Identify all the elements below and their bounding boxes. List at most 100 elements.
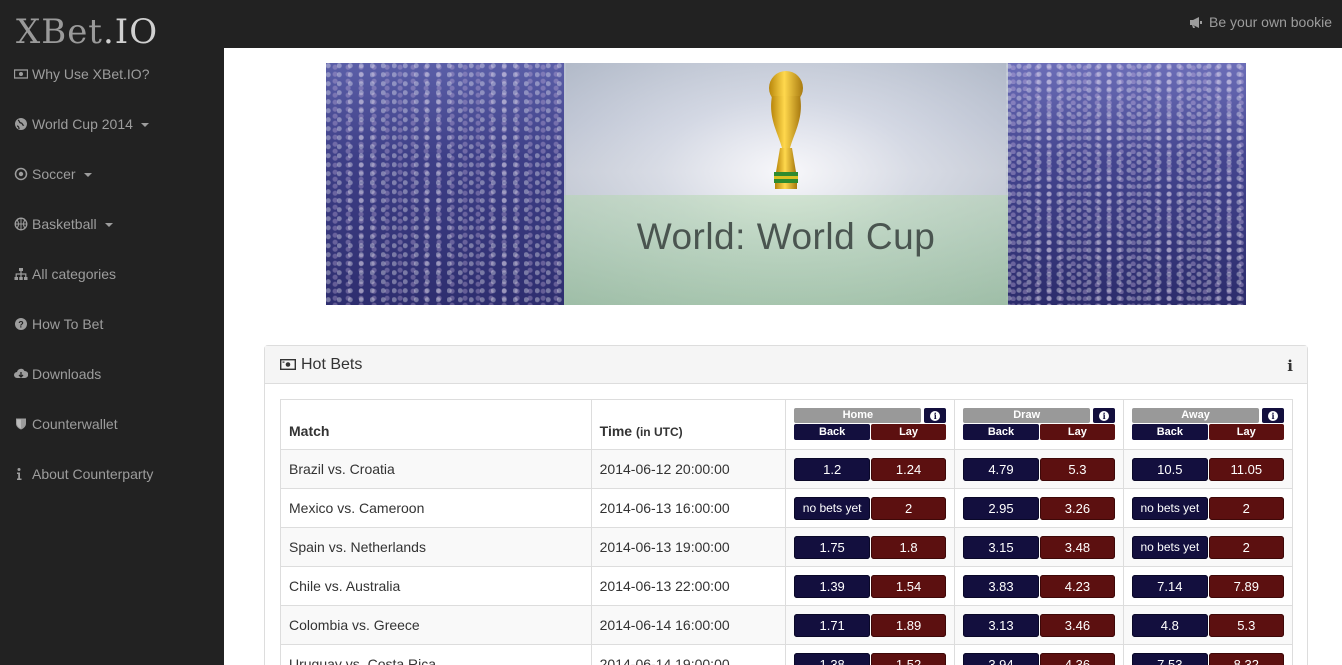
- sidebar-item-label: Downloads: [32, 366, 102, 382]
- back-odds-button[interactable]: 3.15: [963, 535, 1039, 559]
- back-odds-button[interactable]: no bets yet: [1132, 535, 1208, 559]
- lay-odds-button[interactable]: 2: [1208, 496, 1285, 520]
- lay-odds-button[interactable]: 1.24: [870, 457, 947, 481]
- banner-center-panel: World: World Cup: [564, 63, 1008, 305]
- table-row: Brazil vs. Croatia 2014-06-12 20:00:00 1…: [280, 449, 1293, 489]
- away-header-label: Away: [1132, 408, 1259, 423]
- match-cell[interactable]: Brazil vs. Croatia: [280, 449, 592, 489]
- lay-odds-button[interactable]: 1.54: [870, 574, 947, 598]
- away-odds-cell: 7.53 8.32: [1123, 644, 1293, 665]
- back-odds-button[interactable]: 3.13: [963, 613, 1039, 637]
- bullhorn-icon: [1190, 16, 1203, 28]
- back-odds-button[interactable]: 3.94: [963, 652, 1039, 665]
- back-odds-button[interactable]: 1.38: [794, 652, 870, 665]
- home-header-label: Home: [794, 408, 922, 423]
- draw-header-label: Draw: [963, 408, 1091, 423]
- draw-odds-cell: 4.79 5.3: [954, 449, 1125, 489]
- question-icon: ?: [15, 318, 27, 330]
- draw-odds-cell: 2.95 3.26: [954, 488, 1125, 528]
- caret-down-icon: [104, 223, 113, 227]
- sitemap-icon: [14, 268, 28, 280]
- match-cell[interactable]: Uruguay vs. Costa Rica: [280, 644, 592, 665]
- lay-odds-button[interactable]: 7.89: [1208, 574, 1285, 598]
- lay-odds-button[interactable]: 4.36: [1039, 652, 1116, 665]
- draw-info-button[interactable]: i: [1093, 408, 1116, 423]
- hot-bets-panel: Hot Bets i Match Time (in UTC) Home i Bac…: [264, 345, 1308, 665]
- table-header-row: Match Time (in UTC) Home i Back Lay Draw i …: [280, 399, 1293, 450]
- lay-odds-button[interactable]: 3.48: [1039, 535, 1116, 559]
- back-odds-button[interactable]: 4.79: [963, 457, 1039, 481]
- info-icon: i: [930, 410, 941, 421]
- sidebar-item-downloads[interactable]: Downloads: [14, 364, 101, 384]
- back-odds-button[interactable]: 2.95: [963, 496, 1039, 520]
- draw-odds-cell: 3.15 3.48: [954, 527, 1125, 567]
- trophy-icon: [769, 71, 803, 189]
- lay-odds-button[interactable]: 2: [870, 496, 947, 520]
- time-cell: 2014-06-14 19:00:00: [590, 644, 787, 665]
- back-odds-button[interactable]: 1.39: [794, 574, 870, 598]
- match-cell[interactable]: Mexico vs. Cameroon: [280, 488, 592, 528]
- back-odds-button[interactable]: 1.2: [794, 457, 870, 481]
- lay-odds-button[interactable]: 5.3: [1039, 457, 1116, 481]
- lay-odds-button[interactable]: 1.8: [870, 535, 947, 559]
- back-header: Back: [963, 424, 1039, 440]
- back-odds-button[interactable]: 4.8: [1132, 613, 1208, 637]
- info-icon[interactable]: i: [1287, 357, 1293, 375]
- lay-odds-button[interactable]: 1.52: [870, 652, 947, 665]
- home-info-button[interactable]: i: [924, 408, 947, 423]
- match-cell[interactable]: Colombia vs. Greece: [280, 605, 592, 645]
- back-odds-button[interactable]: 3.83: [963, 574, 1039, 598]
- table-row: Colombia vs. Greece 2014-06-14 16:00:00 …: [280, 605, 1293, 645]
- sidebar-item-label: Basketball: [32, 216, 97, 232]
- sidebar-item-basketball[interactable]: Basketball: [14, 214, 113, 234]
- sidebar-item-how-to-bet[interactable]: ? How To Bet: [14, 314, 103, 334]
- sidebar-item-about-counterparty[interactable]: About Counterparty: [14, 464, 153, 484]
- lay-odds-button[interactable]: 2: [1208, 535, 1285, 559]
- draw-odds-cell: 3.13 3.46: [954, 605, 1125, 645]
- lay-odds-button[interactable]: 4.23: [1039, 574, 1116, 598]
- basketball-icon: [14, 217, 28, 231]
- svg-text:?: ?: [18, 320, 24, 330]
- match-cell[interactable]: Spain vs. Netherlands: [280, 527, 592, 567]
- match-column-header[interactable]: Match: [280, 399, 592, 450]
- lay-odds-button[interactable]: 5.3: [1208, 613, 1285, 637]
- money-icon: [280, 359, 296, 370]
- draw-odds-cell: 3.94 4.36: [954, 644, 1125, 665]
- shield-icon: [16, 418, 26, 430]
- sidebar-item-soccer[interactable]: Soccer: [14, 164, 92, 184]
- away-odds-cell: 4.8 5.3: [1123, 605, 1293, 645]
- sidebar-item-world-cup-2014[interactable]: World Cup 2014: [14, 114, 149, 134]
- back-odds-button[interactable]: 7.53: [1132, 652, 1208, 665]
- lay-odds-button[interactable]: 8.32: [1208, 652, 1285, 665]
- table-row: Chile vs. Australia 2014-06-13 22:00:00 …: [280, 566, 1293, 606]
- info-icon: i: [1268, 410, 1278, 421]
- be-your-own-bookie-link[interactable]: Be your own bookie: [1189, 14, 1332, 30]
- back-odds-button[interactable]: 1.71: [794, 613, 870, 637]
- home-odds-cell: no bets yet 2: [785, 488, 956, 528]
- back-odds-button[interactable]: 1.75: [794, 535, 870, 559]
- sidebar-item-label: World Cup 2014: [32, 116, 133, 132]
- back-odds-button[interactable]: no bets yet: [794, 496, 870, 520]
- time-column-header[interactable]: Time (in UTC): [590, 399, 787, 450]
- lay-header: Lay: [1039, 424, 1116, 440]
- table-row: Spain vs. Netherlands 2014-06-13 19:00:0…: [280, 527, 1293, 567]
- stadium-crowd-right: [1006, 63, 1246, 305]
- top-navbar: XBet.IO Be your own bookie: [0, 0, 1342, 52]
- match-cell[interactable]: Chile vs. Australia: [280, 566, 592, 606]
- world-cup-banner[interactable]: World: World Cup: [326, 63, 1246, 305]
- back-odds-button[interactable]: 7.14: [1132, 574, 1208, 598]
- lay-odds-button[interactable]: 3.26: [1039, 496, 1116, 520]
- back-odds-button[interactable]: 10.5: [1132, 457, 1208, 481]
- lay-header: Lay: [870, 424, 947, 440]
- logo[interactable]: XBet.IO: [16, 12, 158, 52]
- sidebar-item-counterwallet[interactable]: Counterwallet: [14, 414, 118, 434]
- sidebar-item-label: Soccer: [32, 166, 76, 182]
- sidebar-item-why-use[interactable]: Why Use XBet.IO?: [14, 64, 149, 84]
- back-odds-button[interactable]: no bets yet: [1132, 496, 1208, 520]
- lay-odds-button[interactable]: 1.89: [870, 613, 947, 637]
- sidebar: Why Use XBet.IO? World Cup 2014 Soccer B…: [0, 48, 224, 665]
- lay-odds-button[interactable]: 3.46: [1039, 613, 1116, 637]
- away-info-button[interactable]: i: [1262, 408, 1284, 423]
- lay-odds-button[interactable]: 11.05: [1208, 457, 1285, 481]
- sidebar-item-all-categories[interactable]: All categories: [14, 264, 116, 284]
